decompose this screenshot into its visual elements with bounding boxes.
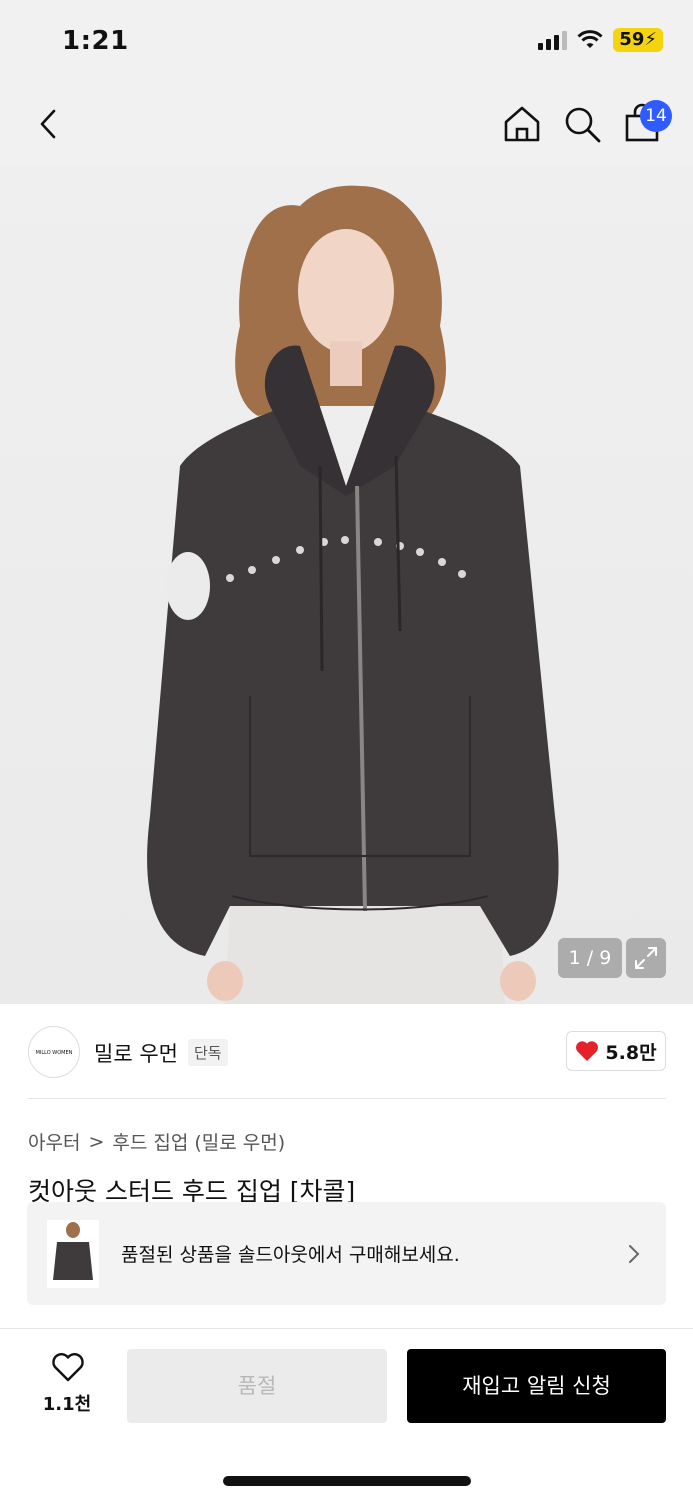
product-thumbnail bbox=[47, 1220, 99, 1288]
back-arrow-icon[interactable] bbox=[28, 104, 68, 144]
expand-icon bbox=[635, 947, 657, 969]
battery-level: 59 bbox=[619, 29, 645, 50]
soldout-button: 품절 bbox=[127, 1349, 387, 1423]
cart-count-badge: 14 bbox=[640, 100, 672, 132]
status-time: 1:21 bbox=[62, 26, 129, 56]
chevron-right-icon bbox=[629, 1245, 640, 1263]
status-icons: 59⚡ bbox=[538, 28, 663, 52]
charging-icon: ⚡ bbox=[644, 29, 657, 50]
breadcrumb-category[interactable]: 아우터 bbox=[28, 1128, 80, 1155]
expand-image-button[interactable] bbox=[626, 938, 666, 978]
wifi-icon bbox=[577, 30, 603, 48]
nav-bar bbox=[0, 84, 693, 166]
status-bar: 1:21 59⚡ bbox=[0, 0, 693, 84]
brand-name[interactable]: 밀로 우먼 bbox=[94, 1038, 178, 1068]
image-counter: 1 / 9 bbox=[558, 938, 622, 978]
divider bbox=[28, 1098, 666, 1099]
brand-like-button[interactable]: 5.8만 bbox=[566, 1031, 666, 1071]
brand-logo[interactable]: MILLO WOMEN bbox=[28, 1026, 80, 1078]
battery-indicator: 59⚡ bbox=[613, 28, 663, 52]
brand-logo-text: MILLO WOMEN bbox=[35, 1050, 73, 1056]
restock-alert-button[interactable]: 재입고 알림 신청 bbox=[407, 1349, 666, 1423]
breadcrumb-subcategory[interactable]: 후드 집업 (밀로 우먼) bbox=[112, 1128, 285, 1155]
home-indicator bbox=[223, 1476, 471, 1486]
signal-icon bbox=[538, 30, 568, 50]
breadcrumb: 아우터 > 후드 집업 (밀로 우먼) bbox=[28, 1128, 285, 1155]
heart-outline-icon bbox=[52, 1353, 84, 1382]
search-icon[interactable] bbox=[560, 102, 604, 146]
soldout-promo-banner[interactable]: 품절된 상품을 솔드아웃에서 구매해보세요. bbox=[27, 1202, 666, 1305]
heart-filled-icon bbox=[576, 1041, 599, 1061]
exclusive-badge: 단독 bbox=[188, 1039, 228, 1066]
brand-like-count: 5.8만 bbox=[605, 1041, 657, 1064]
divider bbox=[0, 1328, 693, 1329]
wishlist-count: 1.1천 bbox=[42, 1394, 92, 1415]
home-icon[interactable] bbox=[500, 102, 544, 146]
product-image[interactable] bbox=[0, 166, 693, 1004]
product-photo bbox=[147, 185, 559, 1004]
soldout-banner-text: 품절된 상품을 솔드아웃에서 구매해보세요. bbox=[121, 1244, 460, 1266]
breadcrumb-separator-icon: > bbox=[88, 1130, 105, 1153]
